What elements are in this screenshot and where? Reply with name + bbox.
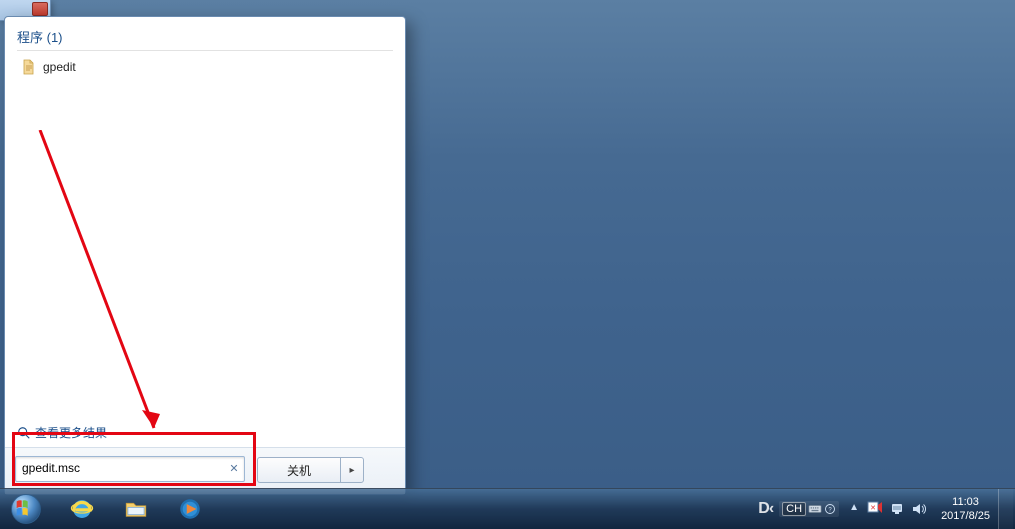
shutdown-button-label: 关机	[287, 462, 311, 479]
taskbar-right: D‹ CH ? ▲ ✕	[758, 489, 1015, 529]
tray-overflow-button[interactable]: ▲	[847, 502, 861, 516]
search-icon	[17, 426, 31, 440]
shutdown-options-button[interactable]: ▸	[340, 457, 364, 483]
system-tray: ▲ ✕	[841, 501, 933, 517]
search-input[interactable]	[16, 457, 228, 479]
search-result-label: gpedit	[43, 60, 76, 74]
ime-language-label: CH	[782, 502, 806, 516]
start-menu: 程序 (1) gpedit 查看更多结果 ✕ 关机	[4, 16, 406, 495]
shutdown-split-button: 关机 ▸	[257, 457, 364, 481]
oem-brand-mark: D‹	[758, 500, 773, 518]
results-section-header: 程序 (1)	[17, 27, 393, 46]
taskbar-left	[0, 489, 216, 529]
network-icon[interactable]	[889, 501, 905, 517]
help-icon: ?	[824, 503, 836, 515]
folder-icon	[123, 496, 149, 522]
action-center-icon[interactable]: ✕	[867, 501, 883, 517]
desktop: 程序 (1) gpedit 查看更多结果 ✕ 关机	[0, 0, 1015, 529]
svg-text:?: ?	[828, 507, 832, 513]
divider	[17, 50, 393, 51]
taskbar: D‹ CH ? ▲ ✕	[0, 488, 1015, 529]
start-button[interactable]	[4, 489, 48, 529]
taskbar-pinned-apps	[56, 491, 216, 527]
shutdown-button[interactable]: 关机	[257, 457, 340, 483]
close-icon	[32, 2, 48, 16]
taskbar-clock[interactable]: 11:03 2017/8/25	[935, 493, 996, 525]
media-player-icon	[177, 496, 203, 522]
clock-date: 2017/8/25	[941, 509, 990, 523]
svg-text:✕: ✕	[870, 505, 876, 512]
search-result-gpedit[interactable]: gpedit	[17, 57, 393, 77]
see-more-results-label: 查看更多结果	[35, 424, 107, 441]
windows-logo-icon	[9, 492, 43, 526]
taskbar-media-player[interactable]	[164, 491, 216, 527]
internet-explorer-icon	[69, 496, 95, 522]
search-input-wrap: ✕	[15, 456, 245, 482]
document-icon	[21, 59, 37, 75]
clear-search-button[interactable]: ✕	[227, 462, 241, 476]
see-more-results[interactable]: 查看更多结果	[17, 424, 107, 441]
show-desktop-button[interactable]	[998, 489, 1013, 529]
ime-language-indicator[interactable]: CH ?	[779, 501, 839, 517]
taskbar-explorer[interactable]	[110, 491, 162, 527]
start-menu-results-pane: 程序 (1) gpedit 查看更多结果	[5, 17, 405, 447]
keyboard-icon	[808, 502, 822, 516]
taskbar-ie[interactable]	[56, 491, 108, 527]
start-menu-footer: ✕ 关机 ▸	[5, 447, 405, 494]
clock-time: 11:03	[941, 495, 990, 509]
volume-icon[interactable]	[911, 501, 927, 517]
